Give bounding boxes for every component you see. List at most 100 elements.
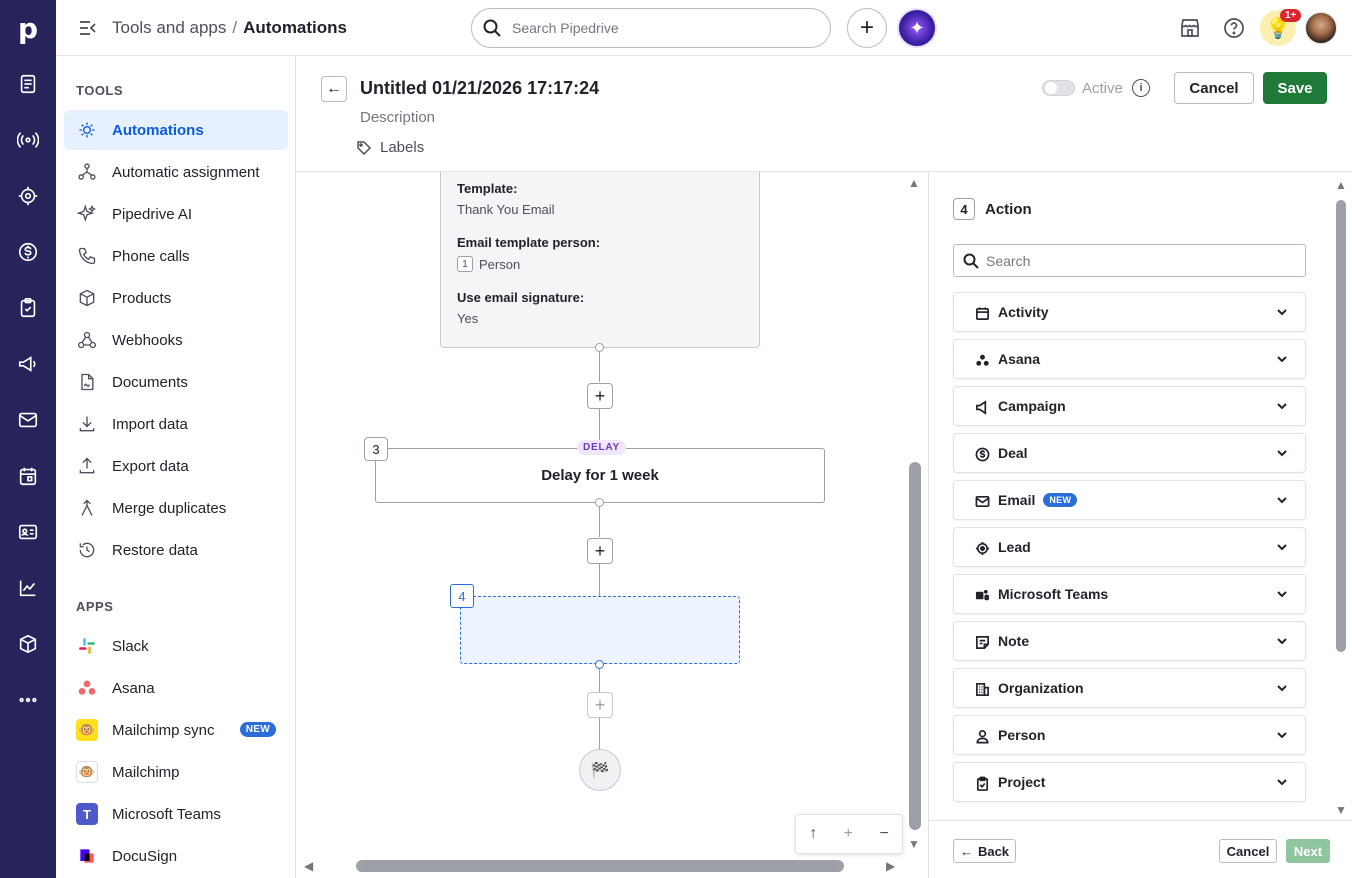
connector-dot[interactable]	[595, 343, 604, 352]
sidebar-item-phone-calls[interactable]: Phone calls	[64, 236, 288, 276]
labels-button[interactable]: Labels	[356, 139, 424, 156]
cancel-button[interactable]: Cancel	[1174, 72, 1254, 104]
sidebar-item-microsoft-teams[interactable]: T Microsoft Teams	[64, 794, 288, 834]
tools-section-title: TOOLS	[76, 83, 124, 98]
automation-title[interactable]: Untitled 01/21/2026 17:17:24	[360, 78, 599, 99]
scroll-right-arrow[interactable]: ▶	[886, 859, 895, 873]
sidebar-item-slack[interactable]: Slack	[64, 626, 288, 666]
category-project[interactable]: Project	[953, 762, 1306, 802]
action-search-input[interactable]: Search	[953, 244, 1306, 277]
active-toggle[interactable]	[1042, 80, 1075, 96]
connector-line	[599, 669, 600, 692]
sidebar-item-mailchimp-sync[interactable]: 🐵 Mailchimp sync NEW	[64, 710, 288, 750]
calendar-icon[interactable]	[14, 462, 42, 490]
megaphone-icon	[974, 399, 990, 415]
sidebar-item-mailchimp[interactable]: 🐵 Mailchimp	[64, 752, 288, 792]
category-deal[interactable]: Deal	[953, 433, 1306, 473]
target-icon[interactable]	[14, 182, 42, 210]
sidebar-item-export-data[interactable]: Export data	[64, 446, 288, 486]
category-lead[interactable]: Lead	[953, 527, 1306, 567]
slack-icon	[76, 635, 98, 657]
save-button[interactable]: Save	[1263, 72, 1327, 104]
ai-assistant-button[interactable]: ✦	[897, 8, 937, 48]
add-step-button[interactable]: +	[587, 538, 613, 564]
new-step-placeholder[interactable]	[460, 596, 740, 664]
pipedrive-logo[interactable]: p	[0, 0, 56, 56]
category-organization[interactable]: Organization	[953, 668, 1306, 708]
mail-icon[interactable]	[14, 406, 42, 434]
sidebar-item-merge-duplicates[interactable]: Merge duplicates	[64, 488, 288, 528]
activities-clipboard-icon[interactable]	[14, 294, 42, 322]
sidebar-item-documents[interactable]: Documents	[64, 362, 288, 402]
panel-scroll-up-arrow[interactable]: ▲	[1335, 178, 1347, 192]
sidebar-item-automatic-assignment[interactable]: Automatic assignment	[64, 152, 288, 192]
canvas-horizontal-scrollbar[interactable]	[356, 860, 844, 872]
category-activity[interactable]: Activity	[953, 292, 1306, 332]
leads-inbox-icon[interactable]	[14, 70, 42, 98]
back-button[interactable]: ←	[321, 76, 347, 102]
delay-badge: DELAY	[577, 440, 626, 455]
chevron-down-icon	[1275, 681, 1289, 695]
help-icon[interactable]	[1222, 16, 1246, 40]
category-email[interactable]: Email NEW	[953, 480, 1306, 520]
next-button[interactable]: Next	[1286, 839, 1330, 863]
panel-cancel-button[interactable]: Cancel	[1219, 839, 1277, 863]
sidebar-item-products[interactable]: Products	[64, 278, 288, 318]
add-step-button-disabled[interactable]: +	[587, 692, 613, 718]
scroll-left-arrow[interactable]: ◀	[304, 859, 313, 873]
sparkle-icon	[76, 203, 98, 225]
email-action-card[interactable]: Template: Thank You Email Email template…	[440, 172, 760, 348]
campaigns-megaphone-icon[interactable]	[14, 350, 42, 378]
global-search-input[interactable]: Search Pipedrive	[471, 8, 831, 48]
category-asana[interactable]: Asana	[953, 339, 1306, 379]
sidebar-item-asana[interactable]: Asana	[64, 668, 288, 708]
delay-step-card[interactable]: Delay for 1 week	[375, 448, 825, 503]
arrow-up-icon[interactable]: ↑	[809, 825, 817, 843]
sidebar-item-automations[interactable]: Automations	[64, 110, 288, 150]
signature-value: Yes	[457, 311, 479, 326]
sidebar-item-label: Pipedrive AI	[112, 205, 193, 223]
scroll-down-arrow[interactable]: ▼	[908, 837, 920, 851]
connector-dot[interactable]	[595, 498, 604, 507]
description-field[interactable]: Description	[360, 109, 435, 126]
info-icon[interactable]: i	[1132, 79, 1150, 97]
panel-scroll-down-arrow[interactable]: ▼	[1335, 803, 1347, 817]
workflow-canvas[interactable]: Template: Thank You Email Email template…	[296, 172, 928, 878]
menu-collapse-icon[interactable]	[78, 18, 98, 38]
category-campaign[interactable]: Campaign	[953, 386, 1306, 426]
docusign-icon	[76, 845, 98, 867]
back-step-button[interactable]: ← Back	[953, 839, 1016, 863]
marketplace-store-icon[interactable]	[1178, 16, 1202, 40]
products-box-icon[interactable]	[14, 630, 42, 658]
person-key: Email template person:	[457, 235, 601, 250]
sidebar-item-restore-data[interactable]: Restore data	[64, 530, 288, 570]
category-note[interactable]: Note	[953, 621, 1306, 661]
user-avatar[interactable]	[1305, 12, 1337, 44]
panel-vertical-scrollbar[interactable]	[1336, 200, 1346, 652]
chevron-down-icon	[1275, 540, 1289, 554]
category-microsoft-teams[interactable]: Microsoft Teams	[953, 574, 1306, 614]
mailchimp-sync-icon: 🐵	[76, 719, 98, 741]
scroll-up-arrow[interactable]: ▲	[908, 176, 920, 190]
zoom-out-icon[interactable]: −	[879, 825, 888, 843]
breadcrumb-parent[interactable]: Tools and apps	[112, 18, 226, 37]
deals-dollar-icon[interactable]	[14, 238, 42, 266]
sidebar-item-pipedrive-ai[interactable]: Pipedrive AI	[64, 194, 288, 234]
sidebar-item-docusign[interactable]: DocuSign	[64, 836, 288, 876]
insights-chart-icon[interactable]	[14, 574, 42, 602]
add-step-button[interactable]: +	[587, 383, 613, 409]
webhook-icon	[76, 329, 98, 351]
merge-icon	[76, 497, 98, 519]
more-dots-icon[interactable]	[14, 686, 42, 714]
category-person[interactable]: Person	[953, 715, 1306, 755]
zoom-in-icon[interactable]: +	[844, 825, 853, 843]
category-label: Asana	[998, 351, 1041, 367]
sidebar-item-import-data[interactable]: Import data	[64, 404, 288, 444]
connector-dot[interactable]	[595, 660, 604, 669]
sidebar-item-webhooks[interactable]: Webhooks	[64, 320, 288, 360]
contacts-card-icon[interactable]	[14, 518, 42, 546]
canvas-vertical-scrollbar[interactable]	[909, 462, 921, 830]
quick-add-button[interactable]: +	[847, 8, 887, 48]
sidebar-item-label: Mailchimp sync	[112, 721, 215, 739]
broadcast-icon[interactable]	[14, 126, 42, 154]
